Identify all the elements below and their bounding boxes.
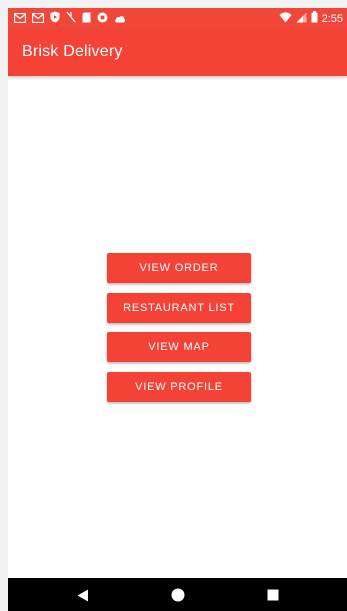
record-icon xyxy=(97,10,108,28)
clock: 2:55 xyxy=(321,13,343,25)
app-bar: Brisk Delivery xyxy=(8,30,347,76)
battery-icon xyxy=(311,10,318,28)
shield-icon xyxy=(50,10,60,28)
system-icons: 2:55 xyxy=(279,11,343,27)
signal-off-icon xyxy=(66,10,76,28)
view-profile-button[interactable]: VIEW PROFILE xyxy=(107,372,251,402)
back-icon[interactable] xyxy=(74,586,92,604)
recents-icon[interactable] xyxy=(264,586,282,604)
sim-icon xyxy=(82,10,91,28)
notification-icons xyxy=(13,10,126,28)
app-title: Brisk Delivery xyxy=(22,43,123,60)
restaurant-list-button[interactable]: RESTAURANT LIST xyxy=(107,293,251,323)
wifi-icon xyxy=(279,10,292,28)
app-screen: 2:55 Brisk Delivery VIEW ORDER RESTAURAN… xyxy=(8,8,347,611)
home-icon[interactable] xyxy=(169,586,187,604)
cell-signal-icon xyxy=(296,10,307,28)
mail-icon xyxy=(31,10,45,28)
navigation-bar xyxy=(8,578,347,611)
status-bar: 2:55 xyxy=(8,8,347,30)
cloud-icon xyxy=(114,10,126,28)
view-order-button[interactable]: VIEW ORDER xyxy=(107,253,251,283)
view-map-button[interactable]: VIEW MAP xyxy=(107,332,251,362)
mail-icon xyxy=(13,10,27,28)
